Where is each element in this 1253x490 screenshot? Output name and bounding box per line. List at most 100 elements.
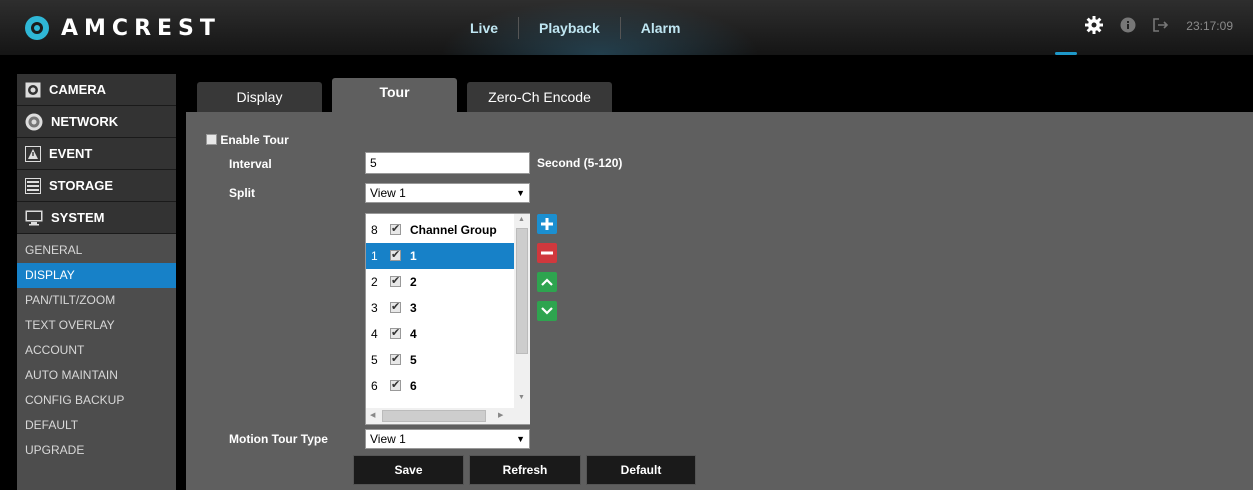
add-channel-button[interactable] [537, 214, 557, 234]
camera-icon [25, 82, 41, 97]
sidebar-section-storage[interactable]: STORAGE [17, 170, 176, 202]
event-icon [25, 145, 41, 162]
channel-checkbox[interactable] [390, 326, 401, 339]
gear-icon[interactable] [1084, 15, 1104, 38]
sidebar-item-account[interactable]: ACCOUNT [17, 338, 176, 363]
content-panel [186, 112, 1253, 490]
sidebar-section-label: EVENT [49, 146, 93, 161]
remove-channel-button[interactable] [537, 243, 557, 263]
channel-checkbox[interactable] [390, 248, 401, 261]
sidebar-section-label: CAMERA [49, 82, 107, 97]
enable-tour-checkbox[interactable] [206, 134, 217, 145]
channel-group-number: 8 [371, 223, 378, 237]
sidebar-section-event[interactable]: EVENT [17, 138, 176, 170]
sidebar-item-auto-maintain[interactable]: AUTO MAINTAIN [17, 363, 176, 388]
info-icon[interactable] [1120, 17, 1136, 36]
refresh-button[interactable]: Refresh [469, 455, 581, 485]
tab-zero-ch-encode[interactable]: Zero-Ch Encode [467, 82, 612, 112]
channel-name: 6 [410, 379, 417, 393]
nav-live[interactable]: Live [450, 17, 518, 39]
channel-name: 4 [410, 327, 417, 341]
channel-group-checkbox[interactable] [390, 222, 401, 235]
channel-checkbox[interactable] [390, 274, 401, 287]
channel-number: 5 [371, 353, 378, 367]
tab-tour[interactable]: Tour [332, 78, 457, 112]
motion-tour-type-select[interactable]: View 1 ▼ [365, 429, 530, 449]
save-button[interactable]: Save [353, 455, 464, 485]
motion-tour-type-label: Motion Tour Type [229, 432, 328, 446]
chevron-down-icon [541, 307, 553, 315]
dropdown-arrow-icon: ▼ [516, 188, 525, 198]
interval-hint: Second (5-120) [537, 156, 623, 170]
logo-mark-icon [25, 16, 49, 40]
system-icon [25, 210, 43, 225]
sidebar-item-default[interactable]: DEFAULT [17, 413, 176, 438]
vertical-scrollbar[interactable]: ▲ ▼ [514, 214, 530, 408]
nav-alarm[interactable]: Alarm [621, 17, 701, 39]
storage-icon [25, 177, 41, 194]
channel-list: 8 Channel Group 1 1 2 2 3 3 4 4 5 5 6 6 … [365, 213, 530, 425]
settings-active-indicator [1055, 52, 1077, 55]
channel-row[interactable]: 6 6 [366, 373, 514, 399]
default-button[interactable]: Default [586, 455, 696, 485]
channel-number: 3 [371, 301, 378, 315]
brand-logo: AMCREST [25, 13, 221, 43]
clock: 23:17:09 [1186, 19, 1233, 33]
vertical-scroll-thumb[interactable] [516, 228, 528, 354]
motion-tour-type-value: View 1 [370, 432, 406, 446]
sidebar-item-config-backup[interactable]: CONFIG BACKUP [17, 388, 176, 413]
channel-name: 5 [410, 353, 417, 367]
sidebar-item-general[interactable]: GENERAL [17, 238, 176, 263]
tab-display[interactable]: Display [197, 82, 322, 112]
sidebar-item-upgrade[interactable]: UPGRADE [17, 438, 176, 463]
scroll-up-arrow-icon[interactable]: ▲ [518, 216, 525, 223]
brand-name: AMCREST [61, 15, 221, 41]
sidebar-item-display[interactable]: DISPLAY [17, 263, 176, 288]
move-down-button[interactable] [537, 301, 557, 321]
channel-name: 3 [410, 301, 417, 315]
chevron-up-icon [541, 278, 553, 286]
sidebar-section-network[interactable]: NETWORK [17, 106, 176, 138]
channel-checkbox[interactable] [390, 352, 401, 365]
scroll-right-arrow-icon[interactable]: ▶ [498, 411, 503, 419]
main-nav: Live Playback Alarm [450, 0, 700, 55]
sidebar-item-pan-tilt-zoom[interactable]: PAN/TILT/ZOOM [17, 288, 176, 313]
channel-row[interactable]: 2 2 [366, 269, 514, 295]
sidebar-section-label: NETWORK [51, 114, 119, 129]
scroll-down-arrow-icon[interactable]: ▼ [518, 394, 525, 401]
channel-group-label: Channel Group [410, 223, 497, 237]
minus-icon [541, 251, 553, 255]
top-right-tools: 23:17:09 [1084, 14, 1233, 38]
horizontal-scroll-thumb[interactable] [382, 410, 486, 422]
top-bar: AMCREST Live Playback Alarm 23:17:09 [0, 0, 1253, 55]
channel-number: 6 [371, 379, 378, 393]
channel-name: 1 [410, 249, 417, 263]
channel-row[interactable]: 5 5 [366, 347, 514, 373]
channel-row[interactable]: 3 3 [366, 295, 514, 321]
enable-tour-label: Enable Tour [220, 133, 289, 147]
sidebar: CAMERA NETWORK EVENT STORAGE SYSTEM GENE… [17, 74, 176, 490]
sidebar-item-text-overlay[interactable]: TEXT OVERLAY [17, 313, 176, 338]
interval-label: Interval [229, 157, 272, 171]
tab-bar: Display Tour Zero-Ch Encode [197, 78, 612, 112]
channel-number: 2 [371, 275, 378, 289]
scroll-left-arrow-icon[interactable]: ◀ [370, 411, 375, 419]
split-select[interactable]: View 1 ▼ [365, 183, 530, 203]
sidebar-section-label: STORAGE [49, 178, 114, 193]
channel-name: 2 [410, 275, 417, 289]
network-icon [25, 113, 43, 130]
interval-input[interactable]: 5 [365, 152, 530, 174]
plus-icon [541, 218, 553, 230]
logout-icon[interactable] [1152, 17, 1170, 36]
channel-list-header[interactable]: 8 Channel Group [366, 217, 514, 243]
sidebar-section-system[interactable]: SYSTEM [17, 202, 176, 234]
channel-checkbox[interactable] [390, 300, 401, 313]
move-up-button[interactable] [537, 272, 557, 292]
channel-row[interactable]: 1 1 [366, 243, 514, 269]
channel-row[interactable]: 4 4 [366, 321, 514, 347]
nav-playback[interactable]: Playback [519, 17, 620, 39]
horizontal-scrollbar[interactable]: ◀ ▶ [366, 408, 530, 424]
sidebar-section-camera[interactable]: CAMERA [17, 74, 176, 106]
system-submenu: GENERAL DISPLAY PAN/TILT/ZOOM TEXT OVERL… [17, 234, 176, 463]
channel-checkbox[interactable] [390, 378, 401, 391]
